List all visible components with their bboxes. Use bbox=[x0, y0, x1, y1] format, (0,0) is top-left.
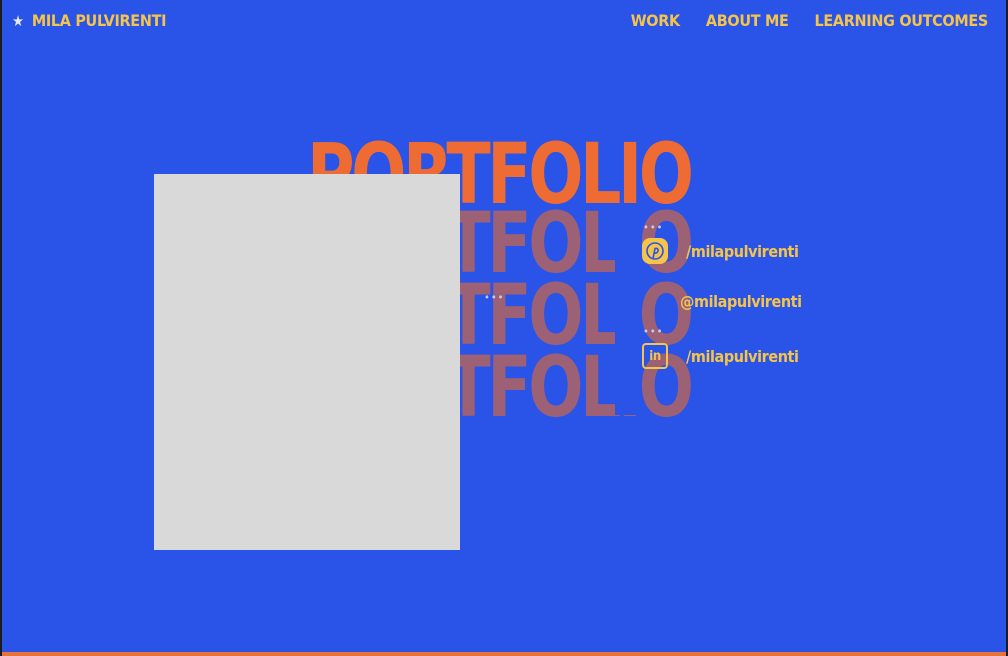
social-handle: @milapulvirenti bbox=[680, 291, 802, 311]
social-handle: /milapulvirenti bbox=[686, 241, 799, 261]
brand-name: MILA PULVIRENTI bbox=[31, 11, 167, 30]
dots-icon: ••• bbox=[484, 291, 505, 304]
dots-icon: ••• bbox=[643, 221, 664, 234]
bottom-accent-bar bbox=[2, 652, 1006, 656]
pinterest-icon bbox=[642, 238, 668, 264]
social-link-instagram[interactable]: @milapulvirenti bbox=[642, 291, 802, 311]
nav-about-me[interactable]: ABOUT ME bbox=[706, 11, 789, 30]
social-link-pinterest[interactable]: /milapulvirenti bbox=[642, 238, 799, 264]
instagram-icon bbox=[642, 291, 662, 311]
brand-link[interactable]: ★ MILA PULVIRENTI bbox=[12, 11, 166, 30]
main-nav: WORK ABOUT ME LEARNING OUTCOMES bbox=[631, 11, 989, 30]
dots-icon: ••• bbox=[643, 325, 664, 338]
profile-photo-placeholder bbox=[154, 174, 460, 550]
social-handle: /milapulvirenti bbox=[686, 346, 799, 366]
nav-work[interactable]: WORK bbox=[631, 11, 680, 30]
linkedin-icon: in bbox=[642, 343, 668, 369]
nav-learning-outcomes[interactable]: LEARNING OUTCOMES bbox=[815, 11, 989, 30]
portfolio-page: ★ MILA PULVIRENTI WORK ABOUT ME LEARNING… bbox=[0, 0, 1008, 656]
echo-gap bbox=[615, 205, 641, 415]
social-link-linkedin[interactable]: in /milapulvirenti bbox=[642, 343, 799, 369]
star-icon: ★ bbox=[12, 11, 24, 30]
